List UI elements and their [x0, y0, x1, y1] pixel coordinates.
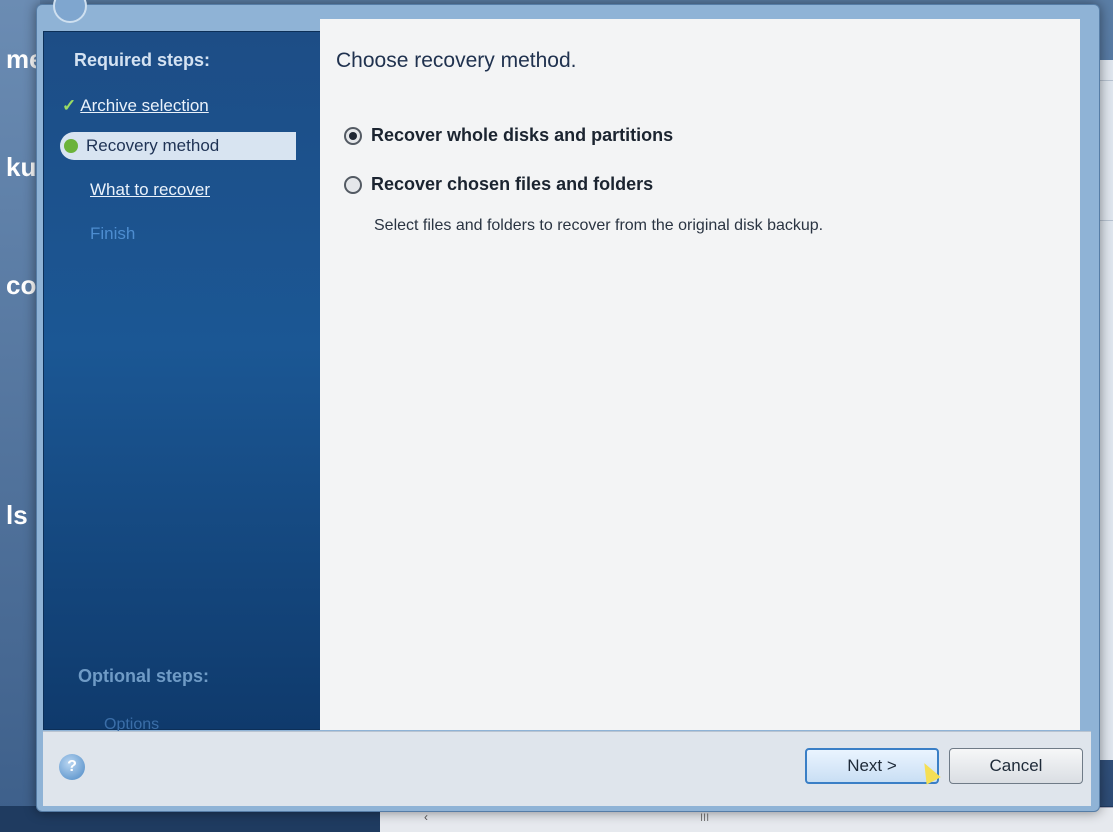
app-orb-icon — [53, 0, 87, 23]
step-label: Recovery method — [86, 136, 220, 155]
option-recover-disks[interactable]: Recover whole disks and partitions — [344, 125, 673, 146]
step-label: What to recover — [90, 180, 210, 199]
wizard-footer: ? Next > Cancel — [43, 731, 1091, 806]
wizard-steps-sidebar: Required steps: ✓ Archive selection Recov… — [43, 31, 321, 733]
optional-steps-title: Optional steps: — [78, 666, 210, 686]
step-label: Finish — [90, 224, 136, 243]
background-text-fragment: ls — [6, 500, 28, 530]
page-title: Choose recovery method. — [336, 49, 577, 72]
step-recovery-method: Recovery method — [60, 132, 296, 160]
required-steps-title: Required steps: — [74, 50, 211, 70]
recovery-wizard-dialog: Required steps: ✓ Archive selection Recov… — [36, 0, 1100, 812]
option-description: Select files and folders to recover from… — [374, 217, 824, 234]
step-label: Archive selection — [80, 96, 209, 115]
step-finish: Finish — [90, 224, 135, 244]
step-archive-selection[interactable]: ✓ Archive selection — [62, 96, 209, 116]
radio-button[interactable] — [344, 175, 362, 194]
wizard-content-panel: Choose recovery method. Recover whole di… — [320, 19, 1080, 730]
cancel-button[interactable]: Cancel — [949, 748, 1083, 784]
radio-button-selected[interactable] — [344, 126, 362, 145]
background-text-fragment: ku — [6, 152, 37, 182]
scroll-left-arrow-icon[interactable]: ‹ — [424, 810, 428, 824]
background-text-fragment: co — [6, 270, 37, 300]
step-what-to-recover[interactable]: What to recover — [90, 180, 210, 200]
checkmark-icon: ✓ — [62, 96, 77, 115]
scroll-thumb-grip[interactable]: III — [700, 812, 709, 824]
current-step-arrow-icon — [64, 139, 78, 153]
help-icon[interactable]: ? — [59, 754, 85, 780]
option-label[interactable]: Recover chosen files and folders — [371, 174, 653, 195]
option-recover-files[interactable]: Recover chosen files and folders — [344, 174, 653, 195]
option-label[interactable]: Recover whole disks and partitions — [371, 125, 673, 146]
background-left-strip — [0, 0, 40, 832]
